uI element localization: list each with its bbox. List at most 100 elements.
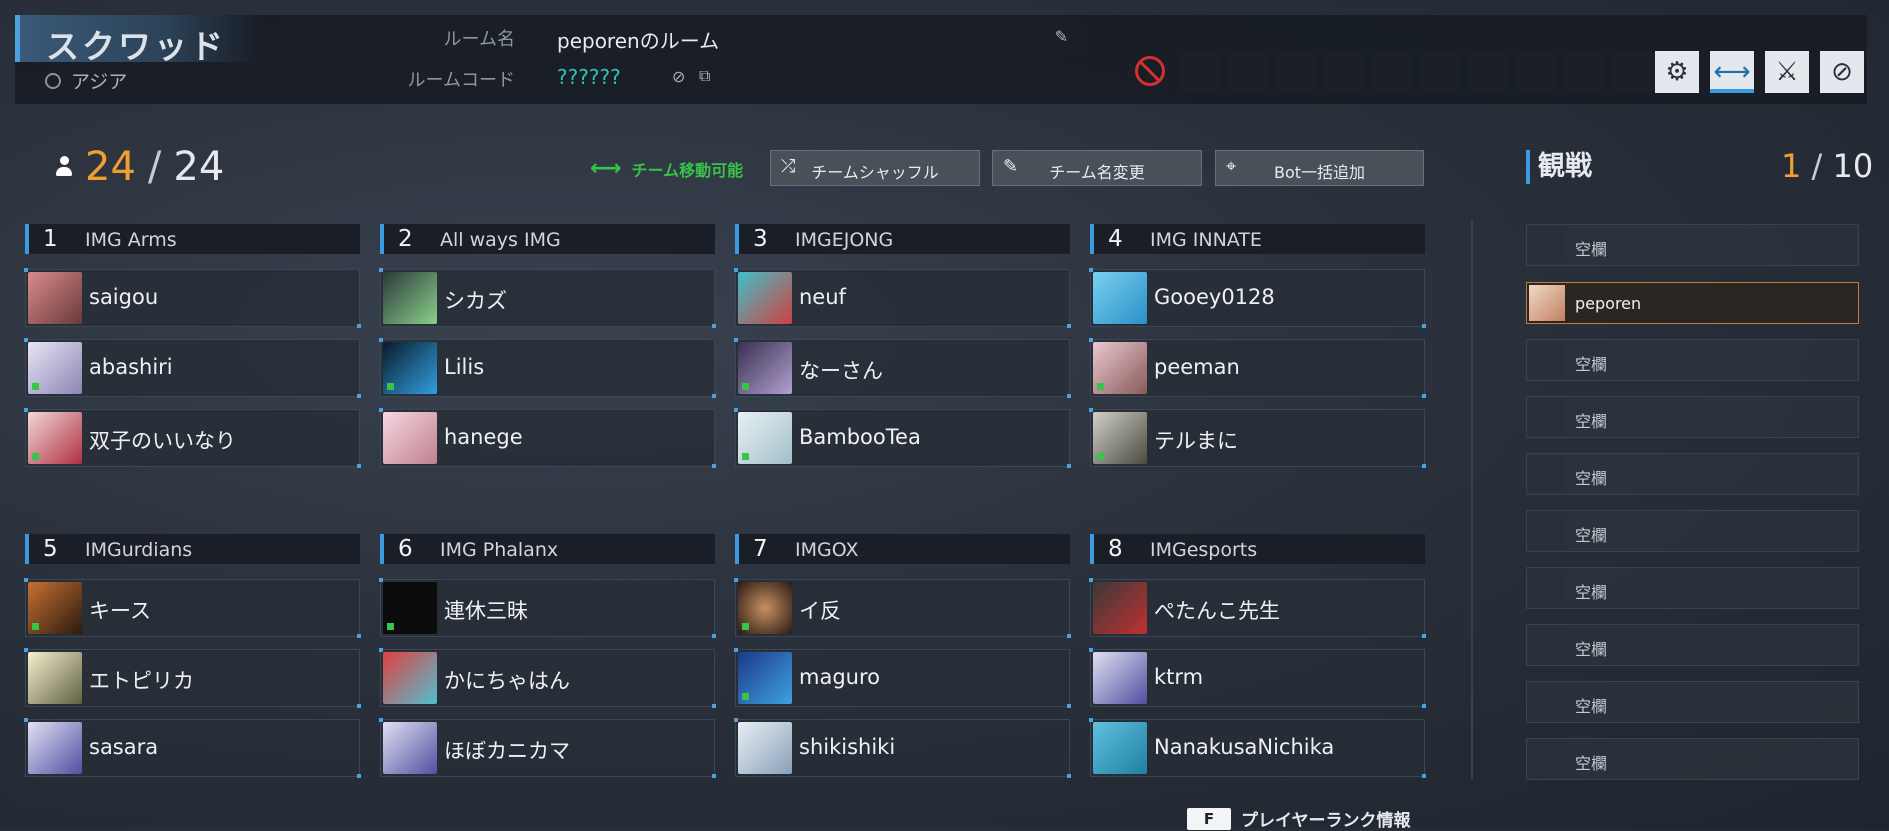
team-header[interactable]: 1 IMG Arms: [25, 224, 360, 254]
player-slot[interactable]: peeman: [1089, 338, 1426, 398]
online-indicator: [32, 383, 39, 390]
online-indicator: [742, 693, 749, 700]
room-name-field[interactable]: peporenのルーム ✎: [537, 19, 1082, 55]
no-entry-icon: [1135, 56, 1165, 86]
team-shuffle-button[interactable]: ⤮ チームシャッフル: [770, 150, 980, 186]
team-header[interactable]: 3 IMGEJONG: [735, 224, 1070, 254]
spectate-slot[interactable]: 空欄: [1526, 624, 1859, 666]
player-avatar: [1093, 582, 1147, 634]
online-indicator: [32, 623, 39, 630]
player-slot[interactable]: neuf: [734, 268, 1071, 328]
team-move-toggle[interactable]: ⟷: [1710, 51, 1754, 93]
spectate-slot[interactable]: 空欄: [1526, 738, 1859, 780]
player-slot[interactable]: 連休三昧: [379, 578, 716, 638]
player-slot[interactable]: エトピリカ: [24, 648, 361, 708]
player-avatar: [28, 652, 82, 704]
player-name: キース: [89, 599, 151, 623]
team-number: 5: [43, 536, 58, 562]
spectate-count-current: 1: [1781, 147, 1802, 185]
spectate-slot[interactable]: 空欄: [1526, 453, 1859, 495]
spectate-slot[interactable]: 空欄: [1526, 567, 1859, 609]
spectate-slot[interactable]: 空欄: [1526, 396, 1859, 438]
player-name: BambooTea: [799, 425, 921, 449]
player-count-separator: /: [147, 144, 162, 190]
team-header[interactable]: 6 IMG Phalanx: [380, 534, 715, 564]
friendly-fire-toggle[interactable]: ⚔: [1765, 51, 1809, 93]
player-avatar: [738, 582, 792, 634]
spectate-slot[interactable]: 空欄: [1526, 224, 1859, 266]
player-count: 24 / 24: [55, 144, 224, 190]
player-slot[interactable]: なーさん: [734, 338, 1071, 398]
player-name: イ反: [799, 599, 841, 623]
player-slot[interactable]: abashiri: [24, 338, 361, 398]
team-header[interactable]: 5 IMGurdians: [25, 534, 360, 564]
swap-arrows-icon: ⟷: [1713, 57, 1751, 87]
status-slots: [1180, 51, 1652, 91]
spectate-slot-label: 空欄: [1575, 754, 1608, 773]
player-slot[interactable]: hanege: [379, 408, 716, 468]
add-bots-button[interactable]: ⌖ Bot一括追加: [1215, 150, 1424, 186]
edit-icon[interactable]: ✎: [1055, 27, 1068, 46]
player-avatar: [738, 272, 792, 324]
team-header[interactable]: 8 IMGesports: [1090, 534, 1425, 564]
player-slot[interactable]: ktrm: [1089, 648, 1426, 708]
hide-eye-icon[interactable]: ⊘: [672, 67, 685, 86]
player-rank-info[interactable]: F プレイヤーランク情報: [1187, 806, 1411, 831]
player-name: なーさん: [799, 359, 883, 383]
player-slot[interactable]: saigou: [24, 268, 361, 328]
team-name: All ways IMG: [440, 229, 561, 251]
empty-slot: [1228, 51, 1268, 91]
team-name: IMG Arms: [85, 229, 177, 251]
team-header[interactable]: 7 IMGOX: [735, 534, 1070, 564]
player-name: saigou: [89, 285, 159, 309]
room-name-label: ルーム名: [443, 29, 515, 50]
team-name: IMGEJONG: [795, 229, 894, 251]
player-avatar: [1093, 342, 1147, 394]
spectate-slot[interactable]: 空欄: [1526, 681, 1859, 723]
room-name-value: peporenのルーム: [557, 29, 720, 53]
player-slot[interactable]: Gooey0128: [1089, 268, 1426, 328]
player-avatar: [738, 342, 792, 394]
slot-avatar-placeholder: [1529, 456, 1565, 492]
player-slot[interactable]: キース: [24, 578, 361, 638]
player-slot[interactable]: shikishiki: [734, 718, 1071, 778]
team-shuffle-label: チームシャッフル: [811, 163, 939, 182]
team-name: IMG INNATE: [1150, 229, 1262, 251]
player-slot[interactable]: maguro: [734, 648, 1071, 708]
spectate-slot-label: 空欄: [1575, 240, 1608, 259]
player-slot[interactable]: テルまに: [1089, 408, 1426, 468]
player-slot[interactable]: BambooTea: [734, 408, 1071, 468]
spectate-slot-label: 空欄: [1575, 412, 1608, 431]
slot-avatar-placeholder: [1529, 570, 1565, 606]
team-name: IMGurdians: [85, 539, 193, 561]
player-slot[interactable]: sasara: [24, 718, 361, 778]
player-slot[interactable]: NanakusaNichika: [1089, 718, 1426, 778]
player-slot[interactable]: かにちゃはん: [379, 648, 716, 708]
player-avatar: [383, 652, 437, 704]
player-name: ぺたんこ先生: [1154, 599, 1280, 623]
team-header[interactable]: 4 IMG INNATE: [1090, 224, 1425, 254]
spectate-slot[interactable]: 空欄: [1526, 339, 1859, 381]
player-slot[interactable]: 双子のいいなり: [24, 408, 361, 468]
settings-button[interactable]: ⚙: [1655, 51, 1699, 93]
room-code-field: ?????? ⊘ ⧉: [537, 59, 722, 95]
visibility-toggle[interactable]: ⊘: [1820, 51, 1864, 93]
team-move-status-label: チーム移動可能: [631, 160, 744, 180]
player-slot[interactable]: ほぼカニカマ: [379, 718, 716, 778]
player-slot[interactable]: Lilis: [379, 338, 716, 398]
player-avatar: [383, 342, 437, 394]
room-header: スクワッド アジア ルーム名 peporenのルーム ✎ ルームコード ????…: [15, 15, 1867, 104]
mode-title: スクワッド: [15, 15, 260, 66]
player-slot[interactable]: シカズ: [379, 268, 716, 328]
player-name: Lilis: [444, 355, 485, 379]
copy-icon[interactable]: ⧉: [699, 66, 710, 86]
team-rename-button[interactable]: ✎ チーム名変更: [992, 150, 1202, 186]
spectate-slot-label: 空欄: [1575, 526, 1608, 545]
player-slot[interactable]: イ反: [734, 578, 1071, 638]
player-slot[interactable]: ぺたんこ先生: [1089, 578, 1426, 638]
spectate-slot[interactable]: peporen: [1526, 282, 1859, 324]
spectate-slot[interactable]: 空欄: [1526, 510, 1859, 552]
team-number: 8: [1108, 536, 1123, 562]
divider: [1471, 220, 1473, 780]
team-header[interactable]: 2 All ways IMG: [380, 224, 715, 254]
